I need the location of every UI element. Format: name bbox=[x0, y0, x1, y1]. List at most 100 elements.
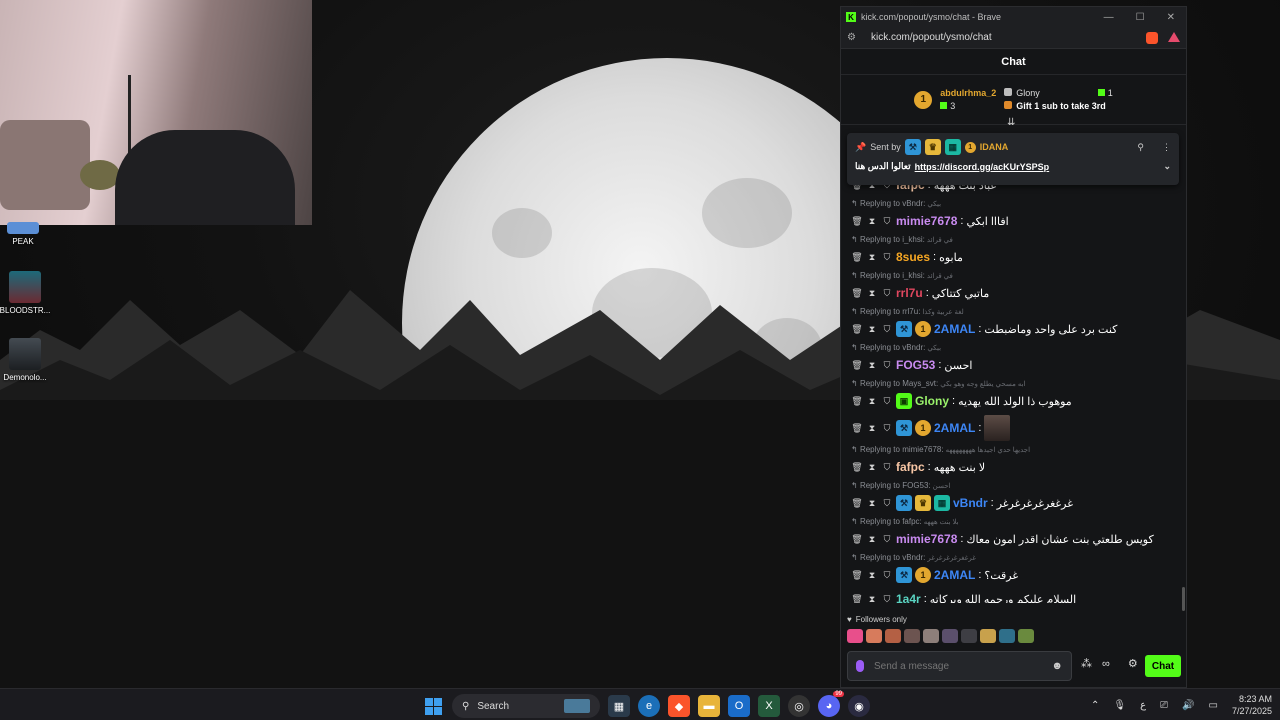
ban-shield-icon[interactable]: ⛉ bbox=[881, 360, 893, 371]
reply-context[interactable]: ↰ Replying to vBndr: غرغغرغرغرغرغر bbox=[851, 553, 1179, 565]
chat-message[interactable]: ↰ Replying to vBndr: بيكي 🗑 ⧗ ⛉ mimie7678: افا… bbox=[847, 197, 1183, 233]
ban-shield-icon[interactable]: ⛉ bbox=[881, 534, 893, 545]
emote-icon[interactable] bbox=[904, 629, 920, 643]
chat-message[interactable]: ↰ Replying to rrl7u: لغة عربية وكذا 🗑 ⧗ ⛉ ⚒ 1 2… bbox=[847, 305, 1183, 341]
edge-icon[interactable]: e bbox=[638, 695, 660, 717]
reply-context[interactable]: ↰ Replying to vBndr: بيكي bbox=[851, 199, 1179, 211]
chat-scrollbar[interactable] bbox=[1182, 587, 1185, 611]
outlook-icon[interactable]: O bbox=[728, 695, 750, 717]
timeout-icon[interactable]: ⧗ bbox=[866, 423, 878, 434]
delete-message-icon[interactable]: 🗑 bbox=[851, 216, 863, 227]
unpin-icon[interactable]: ⚲ bbox=[1137, 142, 1144, 153]
message-input[interactable] bbox=[874, 660, 1042, 672]
chat-message[interactable]: 🗑 ⧗ ⛉ ⚒ 1 2AMAL: bbox=[847, 413, 1183, 443]
timeout-icon[interactable]: ⧗ bbox=[866, 396, 878, 407]
emote-icon[interactable] bbox=[980, 629, 996, 643]
chat-username[interactable]: mimie7678 bbox=[896, 214, 957, 228]
more-options-icon[interactable]: ⋮ bbox=[1162, 142, 1171, 153]
ban-shield-icon[interactable]: ⛉ bbox=[881, 462, 893, 473]
battery-icon[interactable]: ▭ bbox=[1209, 700, 1218, 711]
pinned-link[interactable]: https://discord.gg/acKUrYSPSp bbox=[915, 162, 1050, 172]
chat-username[interactable]: 2AMAL bbox=[934, 421, 975, 435]
ban-shield-icon[interactable]: ⛉ bbox=[881, 594, 893, 604]
maximize-icon[interactable]: ☐ bbox=[1136, 12, 1145, 23]
system-clock[interactable]: 8:23 AM 7/27/2025 bbox=[1232, 693, 1272, 717]
excel-icon[interactable]: X bbox=[758, 695, 780, 717]
leaderboard-cta[interactable]: Gift 1 sub to take 3rd bbox=[1016, 101, 1106, 111]
emoji-picker-icon[interactable]: ☻ bbox=[1051, 660, 1063, 672]
brave-shields-icon[interactable] bbox=[1146, 31, 1158, 44]
chat-message[interactable]: ↰ Replying to vBndr: بيكي 🗑 ⧗ ⛉ FOG53: احسن bbox=[847, 341, 1183, 377]
delete-message-icon[interactable]: 🗑 bbox=[851, 498, 863, 509]
ban-shield-icon[interactable]: ⛉ bbox=[881, 570, 893, 581]
emote-icon[interactable] bbox=[847, 629, 863, 643]
emote-icon[interactable] bbox=[942, 629, 958, 643]
chat-username[interactable]: rrl7u bbox=[896, 286, 923, 300]
chat-username[interactable]: mimie7678 bbox=[896, 532, 957, 546]
chat-username[interactable]: vBndr bbox=[953, 496, 988, 510]
ban-shield-icon[interactable]: ⛉ bbox=[881, 324, 893, 335]
chat-message[interactable]: ↰ Replying to vBndr: غرغغرغرغرغرغر 🗑 ⧗ ⛉ ⚒ 1 2A… bbox=[847, 551, 1183, 587]
emote-icon[interactable] bbox=[923, 629, 939, 643]
chevron-up-icon[interactable]: ⌃ bbox=[1091, 700, 1099, 711]
pinned-author[interactable]: IDANA bbox=[980, 142, 1009, 152]
emote-icon[interactable] bbox=[961, 629, 977, 643]
leaderboard-second-name[interactable]: Glony bbox=[1016, 88, 1040, 98]
chat-username[interactable]: 1a4r bbox=[896, 592, 921, 603]
reply-context[interactable]: ↰ Replying to rrl7u: لغة عربية وكذا bbox=[851, 307, 1179, 319]
chat-message[interactable]: ↰ Replying to fafpc: بلا بنت هههه 🗑 ⧗ ⛉ mimie… bbox=[847, 515, 1183, 551]
timeout-icon[interactable]: ⧗ bbox=[866, 534, 878, 545]
reply-context[interactable]: ↰ Replying to fafpc: بلا بنت هههه bbox=[851, 517, 1179, 529]
address-bar[interactable]: ⚙ kick.com/popout/ysmo/chat bbox=[841, 27, 1186, 49]
delete-message-icon[interactable]: 🗑 bbox=[851, 594, 863, 604]
message-composer[interactable]: ☻ bbox=[847, 651, 1072, 681]
delete-message-icon[interactable]: 🗑 bbox=[851, 252, 863, 263]
reply-context[interactable]: ↰ Replying to i_khsi: في قرائد bbox=[851, 271, 1179, 283]
infinity-icon[interactable]: ∞ bbox=[1102, 658, 1110, 670]
timeout-icon[interactable]: ⧗ bbox=[866, 324, 878, 335]
start-button[interactable] bbox=[422, 695, 444, 717]
file-explorer-icon[interactable]: ▬ bbox=[698, 695, 720, 717]
close-icon[interactable]: ✕ bbox=[1167, 12, 1175, 23]
store-icon[interactable]: ▦ bbox=[608, 695, 630, 717]
delete-message-icon[interactable]: 🗑 bbox=[851, 462, 863, 473]
chat-message-list[interactable]: 🗑⧗⛉fafpc:عباد بنت هههه↰ Replying to vBnd… bbox=[847, 173, 1183, 603]
emote-icon[interactable] bbox=[885, 629, 901, 643]
reply-context[interactable]: ↰ Replying to FOG53: احسن bbox=[851, 481, 1179, 493]
emote-image[interactable] bbox=[984, 415, 1011, 441]
timeout-icon[interactable]: ⧗ bbox=[866, 216, 878, 227]
delete-message-icon[interactable]: 🗑 bbox=[851, 534, 863, 545]
ban-shield-icon[interactable]: ⛉ bbox=[881, 216, 893, 227]
ban-shield-icon[interactable]: ⛉ bbox=[881, 498, 893, 509]
kick-emotes-icon[interactable]: ⁂ bbox=[1081, 657, 1092, 670]
reply-context[interactable]: ↰ Replying to Mays_svt: ابه مسحي يطلع وجه… bbox=[851, 379, 1179, 391]
settings-gear-icon[interactable]: ⚙ bbox=[1128, 657, 1138, 670]
ban-shield-icon[interactable]: ⛉ bbox=[881, 423, 893, 434]
delete-message-icon[interactable]: 🗑 bbox=[851, 324, 863, 335]
delete-message-icon[interactable]: 🗑 bbox=[851, 360, 863, 371]
delete-message-icon[interactable]: 🗑 bbox=[851, 288, 863, 299]
delete-message-icon[interactable]: 🗑 bbox=[851, 570, 863, 581]
steam-icon[interactable]: ◎ bbox=[788, 695, 810, 717]
chat-username[interactable]: 2AMAL bbox=[934, 322, 975, 336]
chat-username[interactable]: 8sues bbox=[896, 250, 930, 264]
timeout-icon[interactable]: ⧗ bbox=[866, 288, 878, 299]
chat-username[interactable]: fafpc bbox=[896, 460, 925, 474]
ban-shield-icon[interactable]: ⛉ bbox=[881, 252, 893, 263]
send-chat-button[interactable]: Chat bbox=[1145, 655, 1181, 677]
chat-username[interactable]: 2AMAL bbox=[934, 568, 975, 582]
language-indicator[interactable]: ع bbox=[1140, 700, 1146, 711]
chat-message[interactable]: 🗑 ⧗ ⛉ 1a4r: السلام عليكم ورحمه الله وبركاته bbox=[847, 587, 1183, 603]
desktop-icon-demonologist[interactable]: Demonolo... bbox=[0, 338, 60, 382]
minimize-icon[interactable]: — bbox=[1104, 12, 1114, 23]
reply-context[interactable]: ↰ Replying to mimie7678: اجديها حدي اجيده… bbox=[851, 445, 1179, 457]
chat-message[interactable]: ↰ Replying to i_khsi: في قرائد 🗑 ⧗ ⛉ 8sues: ما… bbox=[847, 233, 1183, 269]
chat-message[interactable]: ↰ Replying to Mays_svt: ابه مسحي يطلع وجه… bbox=[847, 377, 1183, 413]
desktop-icon-peak[interactable]: PEAK bbox=[0, 222, 58, 246]
url-text[interactable]: kick.com/popout/ysmo/chat bbox=[871, 32, 992, 43]
timeout-icon[interactable]: ⧗ bbox=[866, 360, 878, 371]
taskbar-search[interactable]: ⚲ Search bbox=[452, 694, 600, 718]
chat-message[interactable]: ↰ Replying to FOG53: احسن 🗑 ⧗ ⛉ ⚒ ♛ ▦ vBndr: غرغغ… bbox=[847, 479, 1183, 515]
emote-icon[interactable] bbox=[866, 629, 882, 643]
brave-rewards-icon[interactable] bbox=[1168, 31, 1180, 42]
